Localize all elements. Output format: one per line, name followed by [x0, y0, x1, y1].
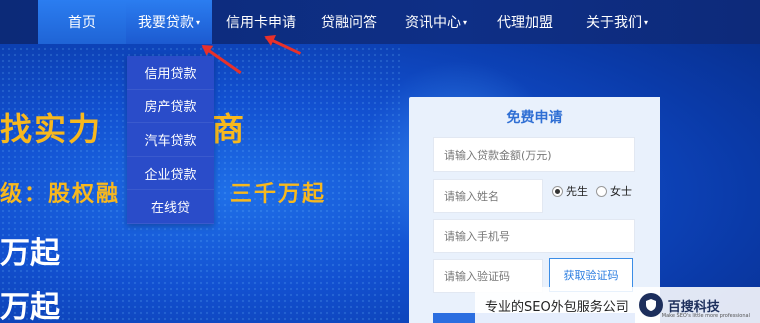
gender-radio-group: 先生 女士: [552, 183, 640, 199]
hero-subline: 级：股权融: [0, 182, 121, 207]
watermark-brand: 百搜科技: [667, 299, 720, 315]
hero-white-text-1: 万起: [0, 236, 60, 271]
nav-credit-card[interactable]: 信用卡申请: [222, 0, 300, 44]
shield-logo-icon: [638, 293, 663, 317]
name-input[interactable]: 请输入姓名: [433, 179, 543, 213]
nav-agent[interactable]: 代理加盟: [490, 0, 560, 44]
hero-subline-amount: 三千万起: [230, 182, 327, 207]
dropdown-item-car-loan[interactable]: 汽车贷款: [127, 123, 214, 157]
radio-male[interactable]: [552, 185, 563, 197]
nav-about-label: 关于我们: [585, 15, 642, 31]
nav-loan-label: 我要贷款: [137, 15, 194, 31]
radio-male-label: 先生: [566, 185, 588, 198]
nav-about[interactable]: 关于我们 ▾: [574, 0, 660, 44]
top-navbar: 首页 我要贷款 ▾ 信用卡申请 贷融问答 资讯中心 ▾ 代理加盟 关于我们 ▾: [0, 0, 760, 44]
watermark: 专业的SEO外包服务公司 百搜科技 Make SEO's little more…: [475, 287, 760, 323]
dropdown-item-online-loan[interactable]: 在线贷: [127, 190, 214, 224]
nav-news-label: 资讯中心: [404, 15, 461, 31]
nav-qa-label: 贷融问答: [321, 15, 377, 31]
watermark-text: 专业的SEO外包服务公司: [485, 299, 629, 315]
loan-amount-input[interactable]: 请输入贷款金额(万元): [433, 137, 635, 172]
form-title: 免费申请: [506, 110, 563, 126]
phone-input[interactable]: 请输入手机号: [433, 219, 635, 253]
hero-headline-line1: 找实力: [0, 110, 103, 148]
hero-white-text-2: 万起: [0, 290, 60, 323]
chevron-down-icon: ▾: [643, 17, 648, 27]
nav-qa[interactable]: 贷融问答: [312, 0, 386, 44]
chevron-down-icon: ▾: [195, 17, 200, 27]
nav-home[interactable]: 首页: [38, 0, 126, 44]
radio-female[interactable]: [596, 185, 607, 197]
nav-loan[interactable]: 我要贷款 ▾: [126, 0, 212, 44]
dropdown-item-credit-loan[interactable]: 信用贷款: [127, 56, 214, 90]
chevron-down-icon: ▾: [462, 17, 467, 27]
loan-dropdown-menu: 信用贷款 房产贷款 汽车贷款 企业贷款 在线贷: [127, 56, 214, 224]
nav-credit-card-label: 信用卡申请: [226, 15, 296, 31]
radio-female-label: 女士: [610, 185, 632, 198]
watermark-tagline: Make SEO's little more professional: [661, 313, 750, 319]
hero-headline-line1-end: 商: [212, 110, 247, 148]
dropdown-item-property-loan[interactable]: 房产贷款: [127, 90, 214, 124]
dropdown-item-business-loan[interactable]: 企业贷款: [127, 157, 214, 191]
nav-home-label: 首页: [68, 15, 96, 31]
nav-news[interactable]: 资讯中心 ▾: [396, 0, 476, 44]
nav-agent-label: 代理加盟: [497, 15, 553, 31]
